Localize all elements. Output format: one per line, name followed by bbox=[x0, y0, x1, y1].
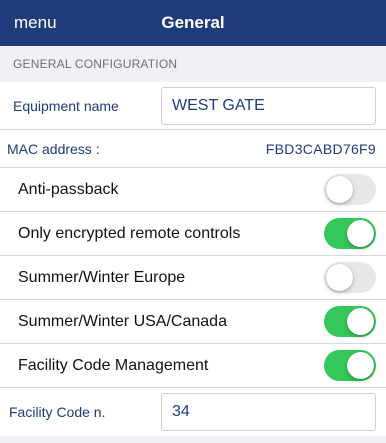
equipment-name-input[interactable] bbox=[161, 87, 376, 125]
mac-address-label: MAC address : bbox=[7, 140, 100, 157]
navigation-bar: menu General bbox=[0, 0, 386, 46]
facility-code-management-label: Facility Code Management bbox=[18, 356, 209, 374]
switch-knob bbox=[347, 352, 374, 379]
summer-winter-usa-canada-label: Summer/Winter USA/Canada bbox=[18, 312, 227, 330]
anti-passback-switch[interactable] bbox=[324, 174, 376, 205]
anti-passback-label: Anti-passback bbox=[18, 180, 119, 198]
anti-passback-row: Anti-passback bbox=[0, 168, 386, 212]
page-title: General bbox=[0, 13, 386, 33]
summer-winter-europe-switch[interactable] bbox=[324, 262, 376, 293]
section-header-general-configuration: GENERAL CONFIGURATION bbox=[0, 46, 386, 82]
equipment-name-row: Equipment name bbox=[0, 82, 386, 130]
facility-code-row: Facility Code n. bbox=[0, 388, 386, 436]
encrypted-remote-controls-row: Only encrypted remote controls bbox=[0, 212, 386, 256]
switch-knob bbox=[326, 264, 353, 291]
facility-code-management-switch[interactable] bbox=[324, 350, 376, 381]
encrypted-remote-controls-switch[interactable] bbox=[324, 218, 376, 249]
summer-winter-usa-canada-switch[interactable] bbox=[324, 306, 376, 337]
menu-button[interactable]: menu bbox=[14, 13, 57, 33]
summer-winter-usa-canada-row: Summer/Winter USA/Canada bbox=[0, 300, 386, 344]
switch-knob bbox=[347, 308, 374, 335]
switch-knob bbox=[326, 176, 353, 203]
facility-code-label: Facility Code n. bbox=[9, 404, 106, 420]
summer-winter-europe-label: Summer/Winter Europe bbox=[18, 268, 186, 286]
encrypted-remote-controls-label: Only encrypted remote controls bbox=[18, 224, 241, 242]
facility-code-management-row: Facility Code Management bbox=[0, 344, 386, 388]
summer-winter-europe-row: Summer/Winter Europe bbox=[0, 256, 386, 300]
page-title-text: General bbox=[161, 13, 225, 32]
facility-code-input[interactable] bbox=[161, 393, 376, 431]
equipment-name-label: Equipment name bbox=[13, 97, 119, 114]
mac-address-row: MAC address : FBD3CABD76F9 bbox=[0, 130, 386, 168]
switch-knob bbox=[347, 220, 374, 247]
mac-address-value: FBD3CABD76F9 bbox=[265, 140, 376, 157]
